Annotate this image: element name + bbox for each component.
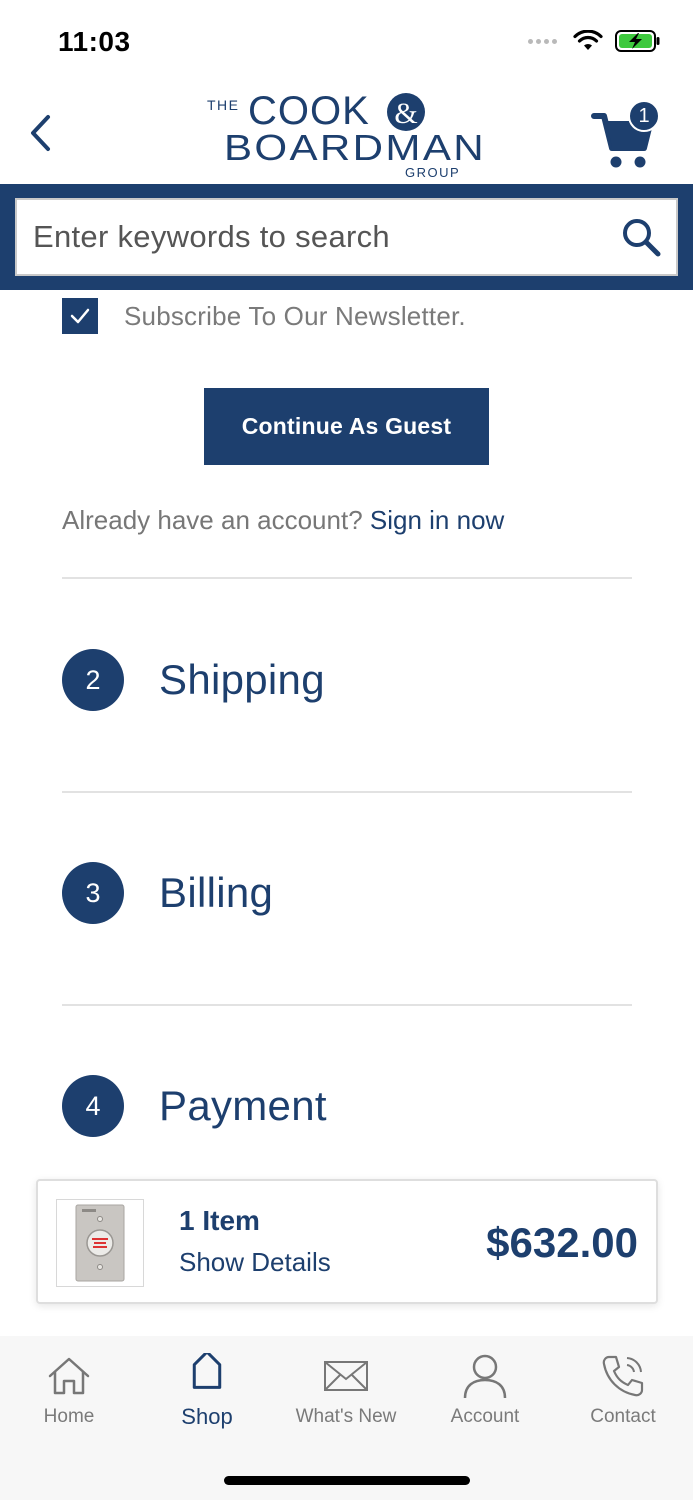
- newsletter-checkbox-row[interactable]: Subscribe To Our Newsletter.: [62, 298, 466, 334]
- checkmark-icon: [70, 308, 90, 324]
- cart-total-price: $632.00: [486, 1219, 638, 1266]
- sign-in-link[interactable]: Sign in now: [370, 505, 504, 535]
- step-billing[interactable]: 3 Billing: [62, 862, 273, 924]
- chevron-left-icon: [31, 115, 50, 151]
- step-title: Payment: [159, 1082, 327, 1129]
- divider: [62, 791, 632, 793]
- tab-label: Shop: [181, 1404, 233, 1429]
- step-number-badge: 2: [62, 649, 124, 711]
- newsletter-checkbox[interactable]: [62, 298, 98, 334]
- step-shipping[interactable]: 2 Shipping: [62, 649, 325, 711]
- show-details-link[interactable]: Show Details: [179, 1247, 331, 1278]
- back-button[interactable]: [22, 110, 58, 156]
- signin-prompt-text: Already have an account?: [62, 505, 363, 535]
- search-bar: [0, 184, 693, 290]
- step-number-badge: 4: [62, 1075, 124, 1137]
- logo-group-text: GROUP: [405, 165, 460, 180]
- search-button[interactable]: [606, 200, 676, 274]
- divider: [62, 577, 632, 579]
- tab-label: Contact: [590, 1406, 656, 1427]
- envelope-icon: [322, 1352, 370, 1400]
- user-icon: [461, 1352, 509, 1400]
- cellular-signal-icon: [528, 38, 557, 44]
- step-title: Billing: [159, 869, 274, 916]
- tab-label: Account: [450, 1406, 520, 1427]
- phone-icon: [599, 1352, 647, 1400]
- tab-home[interactable]: Home: [9, 1352, 129, 1428]
- home-icon: [45, 1352, 93, 1400]
- status-bar: 11:03: [0, 0, 693, 88]
- battery-charging-icon: [615, 30, 660, 52]
- bottom-tab-bar: Home Shop What's New Account Contact: [0, 1336, 693, 1500]
- tab-label: Home: [43, 1406, 95, 1427]
- newsletter-label: Subscribe To Our Newsletter.: [124, 300, 466, 331]
- search-icon: [623, 219, 661, 257]
- signin-prompt: Already have an account? Sign in now: [62, 505, 504, 536]
- search-box: [15, 198, 678, 276]
- search-input[interactable]: [17, 200, 606, 274]
- cart-button[interactable]: 1: [586, 96, 666, 176]
- continue-as-guest-button[interactable]: Continue As Guest: [204, 388, 489, 465]
- wifi-icon: [573, 30, 603, 50]
- logo-ampersand-text: &: [394, 97, 417, 130]
- tab-label: What's New: [295, 1406, 397, 1427]
- step-payment[interactable]: 4 Payment: [62, 1075, 327, 1137]
- logo-boardman-text: BOARDMAN: [224, 127, 486, 168]
- status-icons: [528, 30, 661, 52]
- tab-shop[interactable]: Shop: [147, 1352, 267, 1430]
- tag-icon: [183, 1352, 231, 1400]
- push-to-exit-button-image: [75, 1204, 125, 1282]
- divider: [62, 1004, 632, 1006]
- cart-item-count: 1 Item: [179, 1205, 260, 1236]
- cook-boardman-logo[interactable]: THE COOK & BOARDMAN GROUP: [204, 88, 494, 184]
- home-indicator: [224, 1476, 470, 1485]
- tab-whats-new[interactable]: What's New: [286, 1352, 406, 1428]
- tab-contact[interactable]: Contact: [563, 1352, 683, 1428]
- tab-account[interactable]: Account: [425, 1352, 545, 1428]
- step-title: Shipping: [159, 656, 325, 703]
- logo-the-text: THE: [207, 97, 240, 113]
- cart-count-badge: 1: [628, 100, 660, 132]
- step-number-badge: 3: [62, 862, 124, 924]
- app-header: THE COOK & BOARDMAN GROUP 1: [0, 88, 693, 184]
- product-thumbnail: [56, 1199, 144, 1287]
- cart-summary-card[interactable]: 1 Item Show Details $632.00: [36, 1179, 658, 1304]
- status-time: 11:03: [58, 26, 131, 57]
